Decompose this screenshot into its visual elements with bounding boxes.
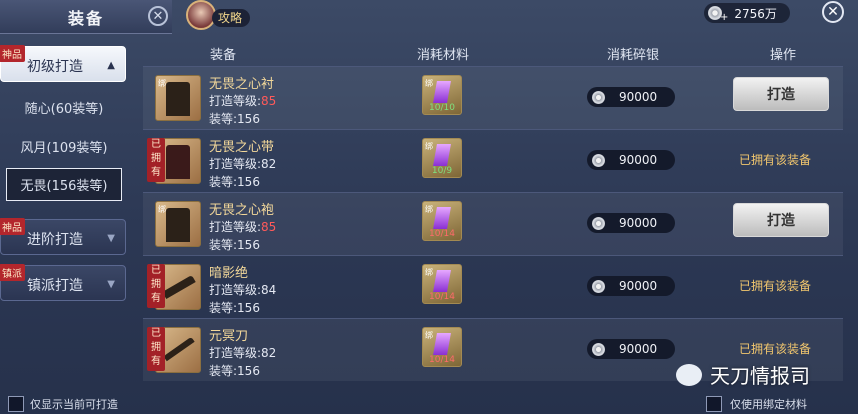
item-level: 打造等级:84	[209, 283, 277, 297]
silver-cost: 90000	[587, 213, 675, 233]
item-grade: 装等:156	[209, 175, 260, 189]
category-label: 进阶打造	[27, 232, 83, 248]
close-icon[interactable]: ✕	[822, 1, 844, 23]
show-craftable-label: 仅显示当前可打造	[30, 398, 118, 411]
material-count: 10/14	[429, 355, 455, 365]
robe-icon[interactable]: 绑	[155, 201, 201, 247]
material-count: 10/10	[429, 103, 455, 113]
robe-icon[interactable]: 绑	[155, 75, 201, 121]
header-material: 消耗材料	[416, 48, 469, 63]
equipment-table: 装备 消耗材料 消耗碎银 操作 绑 无畏之心衬 打造等级:85 装等:156 绑…	[143, 40, 843, 414]
guide-button[interactable]: 攻略	[212, 9, 251, 27]
bound-material-label: 仅使用绑定材料	[730, 398, 807, 411]
item-level: 打造等级:85	[209, 94, 277, 108]
bind-tag: 绑	[425, 79, 433, 88]
item-grade: 装等:156	[209, 238, 260, 252]
table-row: 绑 无畏之心衬 打造等级:85 装等:156 绑 10/10 90000 打造	[143, 66, 843, 129]
bind-tag: 绑	[425, 142, 433, 151]
header-cost: 消耗碎银	[606, 48, 659, 63]
header-equipment: 装备	[209, 48, 236, 63]
item-name: 无畏之心带	[209, 140, 275, 155]
chat-bubble-icon	[676, 363, 702, 386]
category-school-forge[interactable]: 镇派 镇派打造 ▼	[0, 264, 126, 301]
equipment-title-tab: 装备	[0, 0, 172, 34]
item-name: 暗影绝	[209, 266, 249, 281]
silver-coin-icon	[592, 342, 605, 356]
header-action: 操作	[769, 48, 796, 63]
owned-badge: 已拥有	[147, 327, 165, 371]
panel-close-icon[interactable]: ✕	[148, 6, 168, 26]
watermark-text: 天刀情报司	[710, 364, 810, 388]
owned-badge: 已拥有	[147, 264, 165, 308]
silver-coin-icon	[592, 153, 605, 167]
show-craftable-checkbox[interactable]	[8, 396, 24, 412]
forge-button[interactable]: 打造	[733, 203, 829, 237]
item-grade: 装等:156	[209, 364, 260, 378]
item-name: 无畏之心袍	[209, 203, 275, 218]
material-count: 10/14	[429, 229, 455, 239]
crystal-material-icon[interactable]: 绑 10/14	[422, 264, 462, 304]
item-level: 打造等级:85	[209, 220, 277, 234]
owned-status: 已拥有该装备	[739, 279, 812, 293]
owned-status: 已拥有该装备	[739, 342, 812, 356]
bind-tag: 绑	[425, 205, 433, 214]
material-count: 10/9	[431, 166, 453, 176]
category-advanced-forge[interactable]: 神品 进阶打造 ▼	[0, 218, 126, 255]
item-name: 元冥刀	[209, 329, 249, 344]
table-row: 绑 无畏之心袍 打造等级:85 装等:156 绑 10/14 90000 打造	[143, 192, 843, 255]
table-row: 已拥有 无畏之心带 打造等级:82 装等:156 绑 10/9 90000 已拥有…	[143, 129, 843, 192]
bind-tag: 绑	[425, 331, 433, 340]
item-name: 无畏之心衬	[209, 77, 275, 92]
item-grade: 装等:156	[209, 112, 260, 126]
watermark: 天刀情报司	[676, 360, 810, 389]
category-tag: 神品	[0, 45, 25, 62]
crystal-material-icon[interactable]: 绑 10/14	[422, 327, 462, 367]
bind-tag: 绑	[425, 268, 433, 277]
crystal-material-icon[interactable]: 绑 10/9	[422, 138, 462, 178]
silver-cost: 90000	[587, 339, 675, 359]
owned-status: 已拥有该装备	[739, 153, 812, 167]
material-count: 10/14	[429, 292, 455, 302]
owned-badge: 已拥有	[147, 138, 165, 182]
category-label: 镇派打造	[27, 278, 83, 294]
category-tag: 神品	[0, 218, 25, 235]
sub-item-fengyue[interactable]: 风月(109装等)	[6, 131, 122, 161]
crystal-material-icon[interactable]: 绑 10/10	[422, 75, 462, 115]
category-basic-forge[interactable]: 神品 初级打造 ▲	[0, 45, 126, 82]
silver-amount: 2756万	[734, 6, 777, 21]
table-row: 已拥有 暗影绝 打造等级:84 装等:156 绑 10/14 90000 已拥有该…	[143, 255, 843, 318]
silver-cost: 90000	[587, 150, 675, 170]
crystal-material-icon[interactable]: 绑 10/14	[422, 201, 462, 241]
silver-coin-icon	[592, 90, 605, 104]
chevron-down-icon: ▼	[107, 233, 115, 244]
add-silver-icon[interactable]: +	[720, 12, 728, 23]
chevron-down-icon: ▼	[107, 279, 115, 290]
silver-coin-icon	[592, 279, 605, 293]
sub-item-wuwei[interactable]: 无畏(156装等)	[6, 168, 122, 201]
category-label: 初级打造	[27, 59, 83, 75]
chevron-up-icon: ▲	[107, 60, 115, 71]
category-tag: 镇派	[0, 264, 25, 281]
item-level: 打造等级:82	[209, 157, 277, 171]
bound-material-checkbox[interactable]	[706, 396, 722, 412]
silver-coin-icon	[592, 216, 605, 230]
item-level: 打造等级:82	[209, 346, 277, 360]
silver-cost: 90000	[587, 276, 675, 296]
silver-balance: + 2756万	[704, 3, 790, 23]
item-grade: 装等:156	[209, 301, 260, 315]
bind-tag: 绑	[158, 79, 166, 88]
bind-tag: 绑	[158, 205, 166, 214]
sub-item-suixin[interactable]: 随心(60装等)	[6, 92, 122, 122]
table-header: 装备 消耗材料 消耗碎银 操作	[143, 40, 843, 66]
forge-button[interactable]: 打造	[733, 77, 829, 111]
page-title: 装备	[67, 8, 104, 28]
silver-cost: 90000	[587, 87, 675, 107]
